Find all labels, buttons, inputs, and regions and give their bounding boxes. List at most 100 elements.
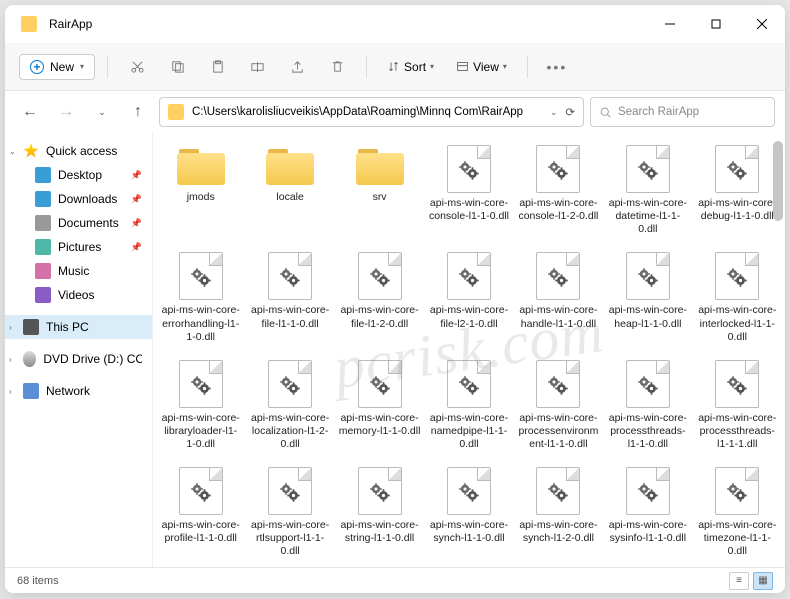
file-item[interactable]: api-ms-win-core-processthreads-l1-1-1.dl… (694, 356, 781, 455)
file-item[interactable]: api-ms-win-core-string-l1-1-0.dll (336, 463, 423, 562)
file-item[interactable]: api-ms-win-core-errorhandling-l1-1-0.dll (157, 248, 244, 347)
chevron-down-icon: ⌄ (9, 147, 16, 156)
forward-button[interactable]: → (51, 97, 81, 127)
file-item[interactable]: api-ms-win-core-file-l2-1-0.dll (425, 248, 512, 347)
item-label: api-ms-win-core-synch-l1-2-0.dll (517, 519, 599, 545)
folder-item[interactable]: jmods (157, 141, 244, 240)
dll-file-icon (536, 467, 580, 515)
sidebar-label: Desktop (58, 168, 102, 182)
sort-label: Sort (404, 60, 426, 74)
view-icon (456, 60, 469, 73)
scrollbar[interactable] (773, 141, 783, 559)
sidebar-item-dvd[interactable]: ›DVD Drive (D:) CCCC (5, 347, 152, 371)
item-label: api-ms-win-core-localization-l1-2-0.dll (249, 412, 331, 451)
view-button[interactable]: View ▾ (448, 55, 515, 79)
address-bar[interactable]: C:\Users\karolisliucveikis\AppData\Roami… (159, 97, 584, 127)
file-item[interactable]: api-ms-win-core-console-l1-2-0.dll (515, 141, 602, 240)
file-item[interactable]: api-ms-win-core-timezone-l1-1-0.dll (694, 463, 781, 562)
file-item[interactable]: api-ms-win-core-console-l1-1-0.dll (425, 141, 512, 240)
folder-item[interactable]: locale (246, 141, 333, 240)
recent-button[interactable]: ⌄ (87, 97, 117, 127)
videos-icon (35, 287, 51, 303)
folder-item[interactable]: srv (336, 141, 423, 240)
file-item[interactable]: api-ms-win-core-processenvironment-l1-1-… (515, 356, 602, 455)
sidebar-label: Videos (58, 288, 94, 302)
maximize-button[interactable] (693, 5, 739, 43)
chevron-right-icon: › (9, 355, 12, 364)
file-item[interactable]: api-ms-win-core-datetime-l1-1-0.dll (604, 141, 691, 240)
more-button[interactable]: ••• (540, 50, 574, 84)
dll-file-icon (626, 145, 670, 193)
dll-file-icon (268, 252, 312, 300)
copy-button[interactable] (160, 50, 194, 84)
file-item[interactable]: api-ms-win-core-processthreads-l1-1-0.dl… (604, 356, 691, 455)
dll-file-icon (715, 467, 759, 515)
dll-file-icon (447, 145, 491, 193)
sidebar-item-desktop[interactable]: Desktop 📌 (5, 163, 152, 187)
new-button[interactable]: + New ▾ (19, 54, 95, 80)
sidebar-item-network[interactable]: ›Network (5, 379, 152, 403)
file-item[interactable]: api-ms-win-core-handle-l1-1-0.dll (515, 248, 602, 347)
dll-file-icon (447, 252, 491, 300)
item-label: api-ms-win-core-processthreads-l1-1-1.dl… (696, 412, 778, 451)
item-label: api-ms-win-core-sysinfo-l1-1-0.dll (607, 519, 689, 545)
file-item[interactable]: api-ms-win-core-debug-l1-1-0.dll (694, 141, 781, 240)
back-button[interactable]: ← (15, 97, 45, 127)
toolbar: + New ▾ Sort ▾ View ▾ ••• (5, 43, 785, 91)
file-item[interactable]: api-ms-win-core-interlocked-l1-1-0.dll (694, 248, 781, 347)
sidebar-item-downloads[interactable]: Downloads📌 (5, 187, 152, 211)
search-input[interactable]: Search RairApp (590, 97, 775, 127)
delete-button[interactable] (320, 50, 354, 84)
paste-button[interactable] (200, 50, 234, 84)
sidebar-label: Pictures (58, 240, 101, 254)
file-item[interactable]: api-ms-win-core-heap-l1-1-0.dll (604, 248, 691, 347)
scroll-thumb[interactable] (773, 141, 783, 221)
sidebar-item-videos[interactable]: Videos (5, 283, 152, 307)
file-item[interactable]: api-ms-win-core-rtlsupport-l1-1-0.dll (246, 463, 333, 562)
separator (107, 56, 108, 78)
navbar: ← → ⌄ ↑ C:\Users\karolisliucveikis\AppDa… (5, 91, 785, 133)
file-item[interactable]: api-ms-win-core-synch-l1-1-0.dll (425, 463, 512, 562)
file-item[interactable]: api-ms-win-core-synch-l1-2-0.dll (515, 463, 602, 562)
icons-view-button[interactable]: ▦ (753, 572, 773, 590)
file-item[interactable]: api-ms-win-core-file-l1-2-0.dll (336, 248, 423, 347)
chevron-down-icon: ▾ (430, 62, 434, 71)
sort-button[interactable]: Sort ▾ (379, 55, 442, 79)
sidebar-item-music[interactable]: Music (5, 259, 152, 283)
close-button[interactable] (739, 5, 785, 43)
share-button[interactable] (280, 50, 314, 84)
file-item[interactable]: api-ms-win-core-file-l1-1-0.dll (246, 248, 333, 347)
rename-button[interactable] (240, 50, 274, 84)
file-list[interactable]: jmodslocalesrvapi-ms-win-core-console-l1… (153, 133, 785, 567)
dll-file-icon (447, 467, 491, 515)
up-button[interactable]: ↑ (123, 97, 153, 127)
file-item[interactable]: api-ms-win-core-profile-l1-1-0.dll (157, 463, 244, 562)
download-icon (35, 191, 51, 207)
item-label: api-ms-win-core-heap-l1-1-0.dll (607, 304, 689, 330)
pin-icon: 📌 (131, 170, 142, 181)
sidebar-item-quickaccess[interactable]: ⌄Quick access (5, 139, 152, 163)
search-icon (599, 106, 612, 119)
chevron-down-icon[interactable]: ⌄ (550, 107, 558, 118)
dll-file-icon (536, 252, 580, 300)
refresh-button[interactable]: ⟳ (565, 105, 575, 119)
sidebar-item-thispc[interactable]: ›This PC (5, 315, 152, 339)
pictures-icon (35, 239, 51, 255)
dll-file-icon (358, 360, 402, 408)
minimize-button[interactable] (647, 5, 693, 43)
file-item[interactable]: api-ms-win-core-libraryloader-l1-1-0.dll (157, 356, 244, 455)
separator (527, 56, 528, 78)
dll-file-icon (358, 467, 402, 515)
sidebar-item-pictures[interactable]: Pictures📌 (5, 235, 152, 259)
details-view-button[interactable]: ≡ (729, 572, 749, 590)
file-item[interactable]: api-ms-win-core-localization-l1-2-0.dll (246, 356, 333, 455)
sidebar-item-documents[interactable]: Documents📌 (5, 211, 152, 235)
dll-file-icon (715, 252, 759, 300)
dll-file-icon (179, 360, 223, 408)
cut-button[interactable] (120, 50, 154, 84)
address-text: C:\Users\karolisliucveikis\AppData\Roami… (192, 106, 542, 118)
file-item[interactable]: api-ms-win-core-memory-l1-1-0.dll (336, 356, 423, 455)
explorer-window: RairApp + New ▾ Sort ▾ View ▾ ••• (5, 5, 785, 593)
file-item[interactable]: api-ms-win-core-sysinfo-l1-1-0.dll (604, 463, 691, 562)
file-item[interactable]: api-ms-win-core-namedpipe-l1-1-0.dll (425, 356, 512, 455)
